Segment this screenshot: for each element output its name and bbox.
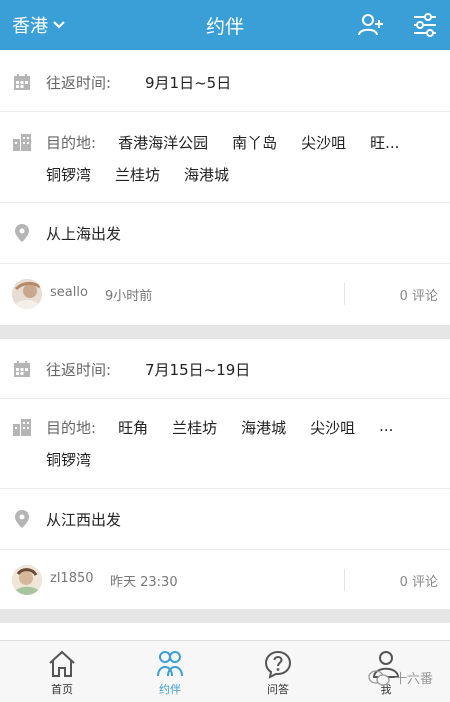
divider [344,283,345,305]
author-name[interactable]: zl1850 [50,571,94,586]
filter-button[interactable] [410,10,440,40]
post-card-partial[interactable] [0,623,450,640]
tab-label: 首页 [51,683,73,696]
date-row: 往返时间: 7月15日~19日 [0,339,450,399]
tab-qa[interactable]: 问答 [222,641,334,702]
tab-label: 约伴 [159,683,181,696]
post-time: 昨天 23:30 [110,575,178,590]
departure-text: 从江西出发 [46,511,122,529]
destination-tag: 尖沙咀 [301,134,347,152]
add-companion-button[interactable] [356,10,386,40]
destination-tag: 旺... [370,134,400,152]
location-pin-icon [12,509,32,529]
destination-list-second-line: 铜锣湾 [46,449,115,470]
home-icon [49,650,75,677]
author-row: seallo 9小时前 0 评论 [0,264,450,324]
destination-list: 目的地: 旺角 兰桂坊 海港城 尖沙咀 ... [46,417,417,438]
author-row: zl1850 昨天 23:30 0 评论 [0,550,450,610]
author-name[interactable]: seallo [50,285,88,300]
destination-tag: 尖沙咀 [310,419,356,437]
avatar[interactable] [12,279,42,309]
add-user-icon [358,14,383,36]
tab-home[interactable]: 首页 [6,641,118,702]
destination-tag: 铜锣湾 [46,166,92,184]
departure-row: 从上海出发 [0,203,450,264]
post-card[interactable]: 往返时间: 7月15日~19日 目的地: 旺角 兰桂坊 海港城 尖沙咀 ... … [0,339,450,609]
date-value: 7月15日~19日 [145,361,251,379]
destination-row: 目的地: 香港海洋公园 南丫岛 尖沙咀 旺... 铜锣湾 兰桂坊 海港城 [0,112,450,203]
top-bar: 香港 约伴 [0,0,450,50]
destination-tag: 旺角 [118,419,149,437]
location-pin-icon [12,223,32,243]
departure-text: 从上海出发 [46,225,122,243]
departure-row: 从江西出发 [0,489,450,550]
date-label: 往返时间: [46,361,112,379]
date-value: 9月1日~5日 [145,74,232,92]
filter-sliders-icon [414,13,436,37]
destination-label: 目的地: [46,134,97,152]
destination-tag: 兰桂坊 [172,419,218,437]
building-icon [12,132,32,152]
tab-label: 问答 [267,683,289,696]
wechat-icon [368,669,390,686]
tab-companions[interactable]: 约伴 [114,641,226,702]
watermark: 十六番 [368,668,433,687]
avatar[interactable] [12,565,42,595]
building-icon [12,417,32,437]
destination-tag: 海港城 [184,166,230,184]
calendar-icon [12,359,32,379]
post-card[interactable]: 往返时间: 9月1日~5日 目的地: 香港海洋公园 南丫岛 尖沙咀 旺... 铜… [0,50,450,325]
destination-list: 目的地: 香港海洋公园 南丫岛 尖沙咀 旺... [46,132,423,153]
destination-tag: 香港海洋公园 [118,134,209,152]
destination-tag: 铜锣湾 [46,451,92,469]
watermark-text: 十六番 [394,672,434,687]
destination-list-second-line: 铜锣湾 兰桂坊 海港城 [46,164,253,185]
post-time: 9小时前 [105,289,153,304]
calendar-icon [12,72,32,92]
destination-tag: ... [379,417,394,435]
destination-label: 目的地: [46,419,97,437]
card-separator [0,609,450,623]
divider [344,569,345,591]
qa-icon [264,650,292,679]
destination-tag: 海港城 [241,419,287,437]
date-row: 往返时间: 9月1日~5日 [0,50,450,112]
destination-row: 目的地: 旺角 兰桂坊 海港城 尖沙咀 ... 铜锣湾 [0,399,450,489]
date-label: 往返时间: [46,74,112,92]
companions-icon [157,651,183,677]
comment-count[interactable]: 0 评论 [400,571,438,590]
card-separator [0,325,450,339]
destination-tag: 兰桂坊 [115,166,161,184]
destination-tag: 南丫岛 [232,134,278,152]
comment-count[interactable]: 0 评论 [400,285,438,304]
